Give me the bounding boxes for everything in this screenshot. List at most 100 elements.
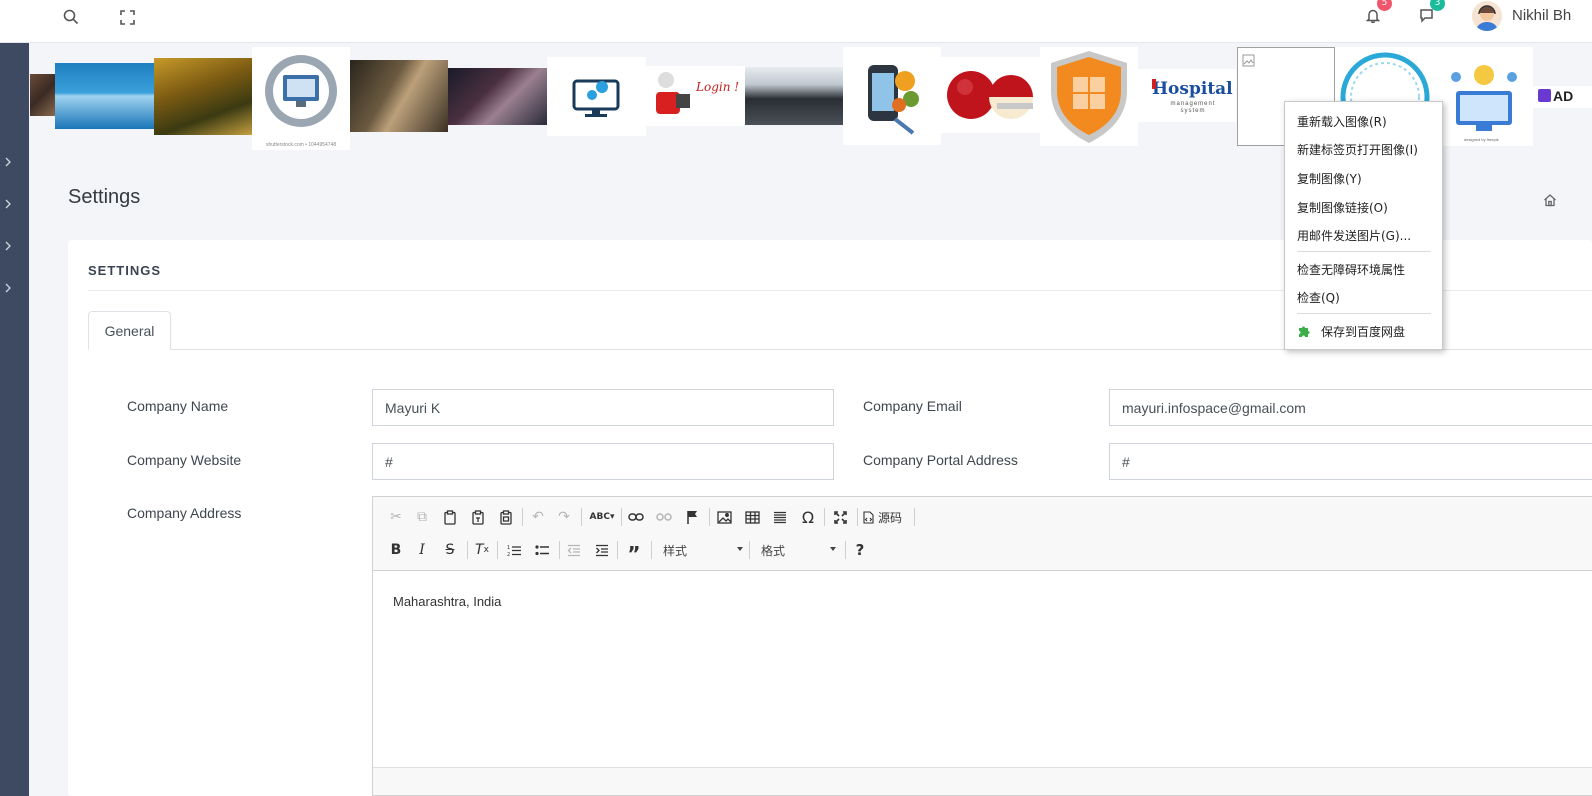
copy-icon[interactable]: ⧉	[411, 506, 433, 528]
format-dropdown-label: 格式	[761, 543, 786, 558]
thumbnail-water-image	[55, 63, 154, 129]
thumbnail-laptop-image	[448, 68, 547, 125]
thumbnail-apples-image	[941, 57, 1040, 133]
image-context-menu: 重新载入图像(R) 新建标签页打开图像(I) 复制图像(Y) 复制图像链接(O)…	[1284, 101, 1443, 350]
svg-text:2: 2	[507, 552, 510, 557]
thumbnail-computer-gear-image: shutterstock.com • 1044954748	[252, 47, 350, 150]
editor-toolbar: ✂ ⧉ ↶ ↷ ABC▾ Ω 源码 B I S T x 1 2 ” 样式 格式 …	[373, 497, 1592, 571]
link-icon[interactable]	[625, 506, 647, 528]
thumbnail-caption: designed by freepik	[1464, 137, 1499, 142]
top-bar: 5 3 Nikhil Bh	[0, 0, 1592, 43]
source-button[interactable]: 源码	[863, 506, 911, 528]
sidebar	[0, 43, 29, 796]
remove-format-icon[interactable]: Tx	[471, 539, 493, 561]
thumbnail-keyboard-image	[745, 67, 843, 125]
fullscreen-icon[interactable]	[118, 8, 136, 26]
help-icon[interactable]: ?	[849, 539, 871, 561]
strikethrough-icon[interactable]: S	[439, 539, 461, 561]
thumbnail-settings-monitor-image	[547, 57, 646, 136]
company-website-label: Company Website	[127, 452, 242, 468]
italic-icon[interactable]: I	[411, 539, 433, 561]
breadcrumb-home-icon[interactable]	[1543, 193, 1557, 207]
svg-text:1: 1	[507, 545, 510, 551]
blockquote-icon[interactable]: ”	[623, 539, 645, 566]
thumbnail-image	[30, 74, 55, 116]
company-name-input[interactable]: Mayuri K	[372, 389, 834, 426]
context-menu-inspect[interactable]: 检查(Q)	[1297, 289, 1340, 306]
search-icon[interactable]	[62, 8, 80, 26]
context-menu-copy-image[interactable]: 复制图像(Y)	[1297, 170, 1362, 187]
redo-icon[interactable]: ↷	[553, 506, 575, 528]
tab-general[interactable]: General	[88, 311, 171, 350]
page-title: Settings	[68, 186, 141, 208]
ad-logo-text: AD	[1553, 88, 1574, 104]
cut-icon[interactable]: ✂	[385, 506, 407, 528]
editor-content[interactable]: Maharashtra, India	[393, 594, 501, 609]
unlink-icon[interactable]	[653, 506, 675, 528]
thumbnail-login-text: Login !	[696, 80, 740, 94]
undo-icon[interactable]: ↶	[527, 506, 549, 528]
editor-status-bar	[373, 767, 1592, 795]
context-menu-save-to-baidu-label: 保存到百度网盘	[1321, 325, 1406, 339]
bold-icon[interactable]: B	[385, 539, 407, 561]
source-button-label: 源码	[878, 510, 903, 525]
paste-text-icon[interactable]	[467, 506, 489, 528]
table-icon[interactable]	[741, 506, 763, 528]
anchor-flag-icon[interactable]	[681, 506, 703, 528]
spellcheck-icon[interactable]: ABC▾	[587, 506, 617, 528]
context-menu-inspect-accessibility[interactable]: 检查无障碍环境属性	[1297, 261, 1405, 278]
thumbnail-login-image: Login !	[646, 66, 745, 126]
sidebar-expand-chevron-icon[interactable]	[0, 281, 16, 295]
decrease-indent-icon[interactable]	[563, 539, 585, 561]
styles-dropdown-label: 样式	[663, 543, 688, 558]
chevron-down-icon	[737, 547, 743, 551]
paste-from-word-icon[interactable]	[495, 506, 517, 528]
context-menu-open-image-new-tab[interactable]: 新建标签页打开图像(I)	[1297, 141, 1418, 158]
chevron-down-icon	[830, 547, 836, 551]
context-menu-email-image[interactable]: 用邮件发送图片(G)...	[1297, 227, 1411, 244]
broken-image-icon	[1242, 54, 1255, 67]
thumbnail-forest-image	[154, 58, 252, 135]
sidebar-expand-chevron-icon[interactable]	[0, 239, 16, 253]
user-name[interactable]: Nikhil Bh	[1512, 7, 1571, 24]
sidebar-expand-chevron-icon[interactable]	[0, 155, 16, 169]
thumbnail-mobile-gears-image	[843, 47, 941, 145]
context-menu-copy-image-link[interactable]: 复制图像链接(O)	[1297, 199, 1388, 216]
thumbnail-shield-image	[1040, 47, 1138, 146]
format-dropdown[interactable]: 格式	[761, 540, 836, 560]
special-character-icon[interactable]: Ω	[797, 506, 819, 528]
maximize-icon[interactable]	[829, 506, 851, 528]
thumbnail-ad-logo-image: AD	[1533, 86, 1592, 108]
context-menu-save-to-baidu[interactable]: 保存到百度网盘	[1297, 323, 1405, 340]
thumbnail-idea-computer-image: designed by freepik	[1434, 47, 1533, 146]
image-icon[interactable]	[713, 506, 735, 528]
thumbnail-hospital-logo-image: Hospital management system	[1138, 69, 1236, 122]
notifications-count-badge: 5	[1377, 0, 1392, 11]
notifications-bell-icon[interactable]: 5	[1364, 0, 1392, 24]
bulleted-list-icon[interactable]	[531, 539, 553, 561]
company-email-input[interactable]: mayuri.infospace@gmail.com	[1109, 389, 1592, 426]
styles-dropdown[interactable]: 样式	[663, 540, 743, 560]
context-menu-reload-image[interactable]: 重新载入图像(R)	[1297, 113, 1387, 130]
thumbnail-caption: shutterstock.com • 1044954748	[266, 142, 337, 148]
sidebar-expand-chevron-icon[interactable]	[0, 197, 16, 211]
company-portal-address-label: Company Portal Address	[863, 452, 1018, 468]
context-menu-separator	[1297, 251, 1431, 252]
paste-icon[interactable]	[439, 506, 461, 528]
hospital-logo-subtitle: management system	[1170, 101, 1216, 114]
horizontal-line-icon[interactable]	[769, 506, 791, 528]
messages-count-badge: 3	[1430, 0, 1445, 11]
numbered-list-icon[interactable]: 12	[503, 539, 525, 561]
company-address-editor[interactable]: ✂ ⧉ ↶ ↷ ABC▾ Ω 源码 B I S T x 1 2 ” 样式 格式 …	[372, 496, 1592, 796]
company-portal-address-input[interactable]: #	[1109, 443, 1592, 480]
user-avatar[interactable]	[1472, 1, 1502, 31]
company-name-label: Company Name	[127, 398, 229, 414]
company-website-input[interactable]: #	[372, 443, 834, 480]
increase-indent-icon[interactable]	[591, 539, 613, 561]
messages-chat-icon[interactable]: 3	[1417, 0, 1445, 24]
thumbnail-plumbing-image	[350, 60, 448, 132]
puzzle-extension-icon	[1299, 326, 1310, 337]
company-email-label: Company Email	[863, 398, 962, 414]
hospital-logo-title: Hospital	[1152, 79, 1233, 99]
context-menu-separator	[1297, 313, 1431, 314]
